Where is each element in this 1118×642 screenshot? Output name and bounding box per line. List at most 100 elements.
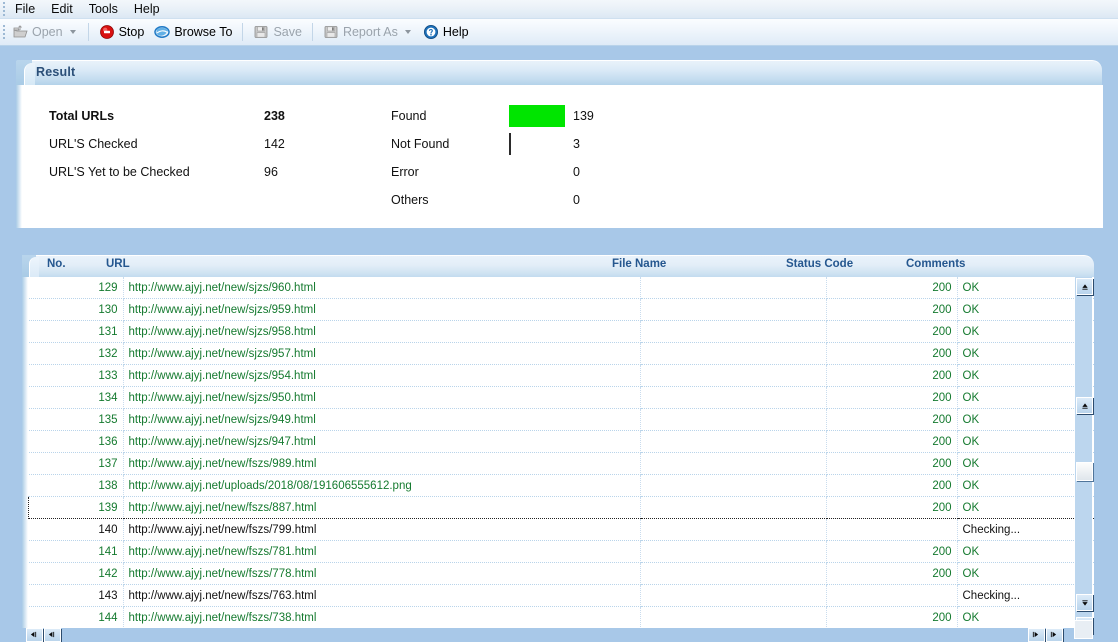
table-row[interactable]: 140http://www.ajyj.net/new/fszs/799.html… <box>29 519 1095 541</box>
table-cell-status: 200 <box>826 541 957 563</box>
scrollbar-corner <box>1074 620 1093 639</box>
table-row[interactable]: 135http://www.ajyj.net/new/sjzs/949.html… <box>29 409 1095 431</box>
toolbar-button-stop[interactable]: Stop <box>94 20 150 44</box>
open-folder-icon <box>12 24 28 40</box>
stat-label: Not Found <box>391 137 509 151</box>
table-row[interactable]: 141http://www.ajyj.net/new/fszs/781.html… <box>29 541 1095 563</box>
arrow-up-small-icon <box>1081 402 1088 409</box>
scroll-page-right-button[interactable] <box>1028 628 1045 642</box>
column-header-no[interactable]: No. <box>47 258 66 270</box>
toolbar-separator <box>242 23 243 41</box>
toolbar-button-open[interactable]: Open <box>7 20 83 44</box>
stat-row: Error0 <box>391 158 594 186</box>
results-table: 129http://www.ajyj.net/new/sjzs/960.html… <box>28 277 1094 628</box>
table-row[interactable]: 131http://www.ajyj.net/new/sjzs/958.html… <box>29 321 1095 343</box>
toolbar-button-browse-to[interactable]: Browse To <box>149 20 237 44</box>
summary-stats-left: Total URLs238URL'S Checked142URL'S Yet t… <box>49 102 364 186</box>
table-row[interactable]: 136http://www.ajyj.net/new/sjzs/947.html… <box>29 431 1095 453</box>
results-grid-header: No. URL File Name Status Code Comments <box>22 255 1102 277</box>
results-grid-viewport[interactable]: 129http://www.ajyj.net/new/sjzs/960.html… <box>28 277 1094 628</box>
table-cell-no: 137 <box>29 453 124 475</box>
table-cell-no: 129 <box>29 277 124 299</box>
table-cell-url: http://www.ajyj.net/new/sjzs/950.html <box>123 387 640 409</box>
floppy-report-icon <box>323 24 339 40</box>
scroll-up-button[interactable] <box>1076 278 1093 295</box>
table-row[interactable]: 137http://www.ajyj.net/new/fszs/989.html… <box>29 453 1095 475</box>
table-row[interactable]: 144http://www.ajyj.net/new/fszs/738.html… <box>29 607 1095 629</box>
table-row[interactable]: 143http://www.ajyj.net/new/fszs/763.html… <box>29 585 1095 607</box>
table-cell-status: 200 <box>826 321 957 343</box>
table-cell-url: http://www.ajyj.net/new/fszs/763.html <box>123 585 640 607</box>
stat-row: Total URLs238 <box>49 102 364 130</box>
stat-label: Others <box>391 193 509 207</box>
table-cell-file <box>640 277 826 299</box>
table-cell-file <box>640 409 826 431</box>
vertical-scrollbar[interactable] <box>1074 277 1092 635</box>
scroll-left-button[interactable] <box>26 628 43 642</box>
stat-label: URL'S Checked <box>49 137 264 151</box>
menu-item-edit[interactable]: Edit <box>43 0 81 18</box>
results-grid-header-notch <box>22 255 36 277</box>
table-cell-url: http://www.ajyj.net/new/fszs/799.html <box>123 519 640 541</box>
column-header-url[interactable]: URL <box>106 258 130 270</box>
table-row[interactable]: 133http://www.ajyj.net/new/sjzs/954.html… <box>29 365 1095 387</box>
table-cell-no: 134 <box>29 387 124 409</box>
arrow-down-icon <box>1081 599 1088 606</box>
scroll-page-up-button[interactable] <box>1076 397 1093 414</box>
chevron-down-icon[interactable] <box>405 30 411 34</box>
stat-value: 96 <box>264 165 364 179</box>
table-cell-no: 141 <box>29 541 124 563</box>
arrow-right-small-icon <box>1050 631 1057 638</box>
table-row[interactable]: 139http://www.ajyj.net/new/fszs/887.html… <box>29 497 1095 519</box>
arrow-left-small-icon <box>48 631 55 638</box>
table-cell-no: 144 <box>29 607 124 629</box>
stat-row: Found139 <box>391 102 594 130</box>
results-grid-panel: No. URL File Name Status Code Comments 1… <box>22 255 1102 635</box>
table-cell-status: 200 <box>826 365 957 387</box>
horizontal-scrollbar-left[interactable] <box>26 628 86 642</box>
scroll-page-down-button[interactable] <box>1076 594 1093 611</box>
table-cell-url: http://www.ajyj.net/new/sjzs/958.html <box>123 321 640 343</box>
stat-value: 142 <box>264 137 364 151</box>
menu-item-file[interactable]: File <box>7 0 43 18</box>
table-cell-no: 143 <box>29 585 124 607</box>
toolbar-button-help[interactable]: Help <box>418 20 474 44</box>
toolbar-button-label: Save <box>273 25 302 39</box>
menu-item-tools[interactable]: Tools <box>81 0 126 18</box>
toolbar-button-report-as[interactable]: Report As <box>318 20 418 44</box>
stat-bar-container <box>509 161 567 183</box>
stat-row: Not Found3 <box>391 130 594 158</box>
table-cell-no: 130 <box>29 299 124 321</box>
table-row[interactable]: 142http://www.ajyj.net/new/fszs/778.html… <box>29 563 1095 585</box>
stat-value: 238 <box>264 109 364 123</box>
stat-row: Others 0 <box>391 186 594 214</box>
toolbar-grip[interactable] <box>0 23 7 41</box>
table-cell-url: http://www.ajyj.net/new/fszs/989.html <box>123 453 640 475</box>
menu-item-help[interactable]: Help <box>126 0 168 18</box>
result-panel-header: Result <box>16 60 1102 85</box>
scroll-right-button[interactable] <box>1046 628 1063 642</box>
table-cell-status: 200 <box>826 607 957 629</box>
table-row[interactable]: 138http://www.ajyj.net/uploads/2018/08/1… <box>29 475 1095 497</box>
stat-bar-container <box>509 189 567 211</box>
table-row[interactable]: 134http://www.ajyj.net/new/sjzs/950.html… <box>29 387 1095 409</box>
table-cell-status <box>826 585 957 607</box>
table-row[interactable]: 130http://www.ajyj.net/new/sjzs/959.html… <box>29 299 1095 321</box>
chevron-down-icon[interactable] <box>70 30 76 34</box>
scroll-page-left-button[interactable] <box>44 628 61 642</box>
column-header-filename[interactable]: File Name <box>612 258 666 270</box>
column-header-comments[interactable]: Comments <box>906 258 965 270</box>
stat-label: Found <box>391 109 509 123</box>
menu-bar-grip[interactable] <box>0 0 7 18</box>
table-cell-no: 136 <box>29 431 124 453</box>
toolbar-button-save[interactable]: Save <box>248 20 307 44</box>
table-cell-no: 142 <box>29 563 124 585</box>
scrollbar-thumb[interactable] <box>1076 462 1093 481</box>
stat-label: Error <box>391 165 509 179</box>
table-cell-file <box>640 607 826 629</box>
stat-value: 0 <box>567 193 580 207</box>
arrow-left-icon <box>30 631 37 638</box>
table-row[interactable]: 132http://www.ajyj.net/new/sjzs/957.html… <box>29 343 1095 365</box>
table-row[interactable]: 129http://www.ajyj.net/new/sjzs/960.html… <box>29 277 1095 299</box>
column-header-status[interactable]: Status Code <box>786 258 853 270</box>
